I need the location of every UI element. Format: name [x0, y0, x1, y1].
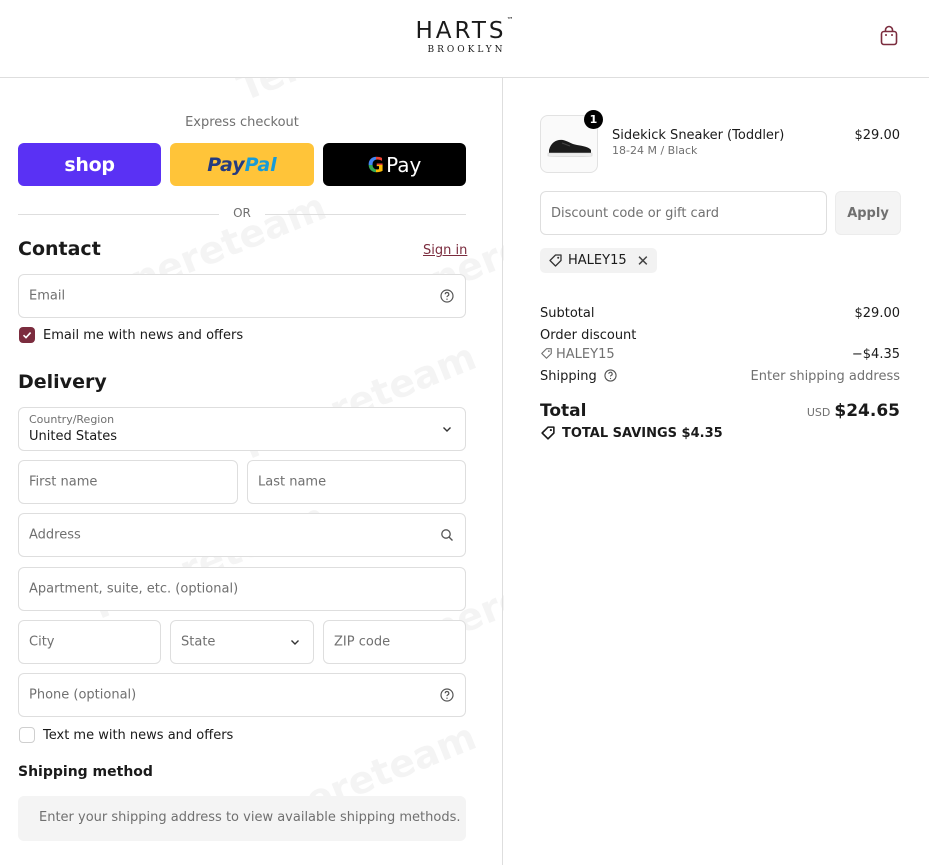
- last-name-field[interactable]: Last name: [247, 460, 466, 504]
- email-placeholder: Email: [29, 288, 66, 304]
- shipping-method-notice: Enter your shipping address to view avai…: [18, 796, 466, 841]
- tag-icon: [541, 348, 552, 359]
- country-value: United States: [29, 429, 118, 444]
- logo-text: HARTS: [415, 18, 507, 44]
- sign-in-link[interactable]: Sign in: [423, 243, 467, 258]
- sms-checkbox[interactable]: [19, 727, 35, 743]
- help-icon[interactable]: [604, 369, 617, 382]
- contact-title: Contact: [18, 238, 101, 260]
- tag-icon: [541, 426, 555, 440]
- google-g-icon: G: [367, 152, 385, 177]
- currency-code: USD: [806, 406, 831, 419]
- quantity-badge: 1: [584, 110, 603, 129]
- google-pay-label: Pay: [386, 152, 422, 177]
- product-name: Sidekick Sneaker (Toddler): [612, 128, 785, 143]
- country-select[interactable]: Country/Region United States: [18, 407, 466, 451]
- logo-subtitle: BROOKLYN: [427, 45, 506, 55]
- subtotal-label: Subtotal: [540, 306, 595, 321]
- brand-logo[interactable]: HARTS™ BROOKLYN: [0, 16, 929, 55]
- tag-icon: [549, 254, 562, 267]
- logo-trademark: ™: [506, 16, 514, 24]
- checkmark-icon: [22, 332, 32, 339]
- last-name-placeholder: Last name: [258, 474, 327, 490]
- newsletter-checkbox[interactable]: [19, 327, 35, 343]
- address-placeholder: Address: [29, 527, 81, 543]
- applied-discount-code: HALEY15: [568, 253, 627, 268]
- shop-pay-label: shop: [64, 153, 115, 176]
- checkout-form: Express checkout shop Pay Pal G Pay OR Con…: [0, 78, 503, 865]
- country-label: Country/Region: [29, 413, 115, 426]
- newsletter-option[interactable]: Email me with news and offers: [19, 327, 243, 343]
- help-icon[interactable]: [440, 688, 454, 702]
- city-placeholder: City: [29, 634, 55, 650]
- or-divider: OR: [18, 206, 466, 222]
- discount-code-label: HALEY15: [556, 347, 615, 362]
- total-label: Total: [540, 401, 587, 421]
- newsletter-label: Email me with news and offers: [43, 327, 244, 343]
- express-checkout-label: Express checkout: [185, 115, 299, 130]
- city-field[interactable]: City: [18, 620, 161, 664]
- discount-placeholder: Discount code or gift card: [551, 206, 720, 221]
- paypal-label-part1: Pay: [207, 153, 245, 176]
- shopping-bag-icon: [880, 25, 898, 46]
- sms-option[interactable]: Text me with news and offers: [19, 727, 233, 743]
- google-pay-button[interactable]: G Pay: [323, 143, 466, 186]
- chevron-down-icon: [443, 427, 451, 432]
- savings-label: TOTAL SAVINGS: [562, 425, 678, 441]
- help-icon[interactable]: [440, 289, 454, 303]
- shop-pay-button[interactable]: shop: [18, 143, 161, 186]
- order-discount-label: Order discount: [540, 328, 637, 343]
- product-variant: 18-24 M / Black: [612, 144, 698, 157]
- zip-field[interactable]: ZIP code: [323, 620, 466, 664]
- apply-discount-button[interactable]: Apply: [835, 191, 901, 235]
- zip-placeholder: ZIP code: [334, 634, 391, 650]
- first-name-field[interactable]: First name: [18, 460, 238, 504]
- remove-discount-close-icon[interactable]: ✕: [637, 252, 650, 270]
- phone-placeholder: Phone (optional): [29, 687, 137, 703]
- first-name-placeholder: First name: [29, 474, 98, 490]
- total-row: Total USD $24.65: [540, 401, 900, 423]
- shipping-method-message: Enter your shipping address to view avai…: [39, 810, 461, 825]
- delivery-title: Delivery: [18, 371, 107, 393]
- paypal-label-part2: Pal: [244, 153, 277, 176]
- discount-input[interactable]: Discount code or gift card: [540, 191, 827, 235]
- email-field[interactable]: Email: [18, 274, 466, 318]
- applied-discount-chip: HALEY15 ✕: [540, 248, 658, 273]
- sms-label: Text me with news and offers: [43, 727, 234, 743]
- chevron-down-icon: [291, 640, 299, 645]
- state-placeholder: State: [181, 634, 216, 650]
- shipping-value: Enter shipping address: [750, 369, 900, 384]
- shipping-method-title: Shipping method: [18, 764, 153, 780]
- cart-button[interactable]: [878, 25, 900, 47]
- total-savings: TOTAL SAVINGS $4.35: [540, 425, 723, 441]
- apartment-placeholder: Apartment, suite, etc. (optional): [29, 581, 239, 597]
- site-header: HARTS™ BROOKLYN: [0, 0, 929, 78]
- subtotal-value: $29.00: [854, 306, 901, 321]
- total-value: $24.65: [834, 401, 900, 421]
- discount-value: −$4.35: [851, 347, 900, 362]
- shipping-label: Shipping: [540, 369, 597, 384]
- address-field[interactable]: Address: [18, 513, 466, 557]
- order-summary: 1 Sidekick Sneaker (Toddler) 18-24 M / B…: [504, 78, 929, 865]
- savings-value: $4.35: [681, 425, 723, 441]
- product-price: $29.00: [854, 128, 901, 143]
- phone-field[interactable]: Phone (optional): [18, 673, 466, 717]
- search-icon: [441, 529, 453, 541]
- or-label: OR: [233, 206, 251, 220]
- state-select[interactable]: State: [170, 620, 314, 664]
- apartment-field[interactable]: Apartment, suite, etc. (optional): [18, 567, 466, 611]
- paypal-button[interactable]: Pay Pal: [170, 143, 314, 186]
